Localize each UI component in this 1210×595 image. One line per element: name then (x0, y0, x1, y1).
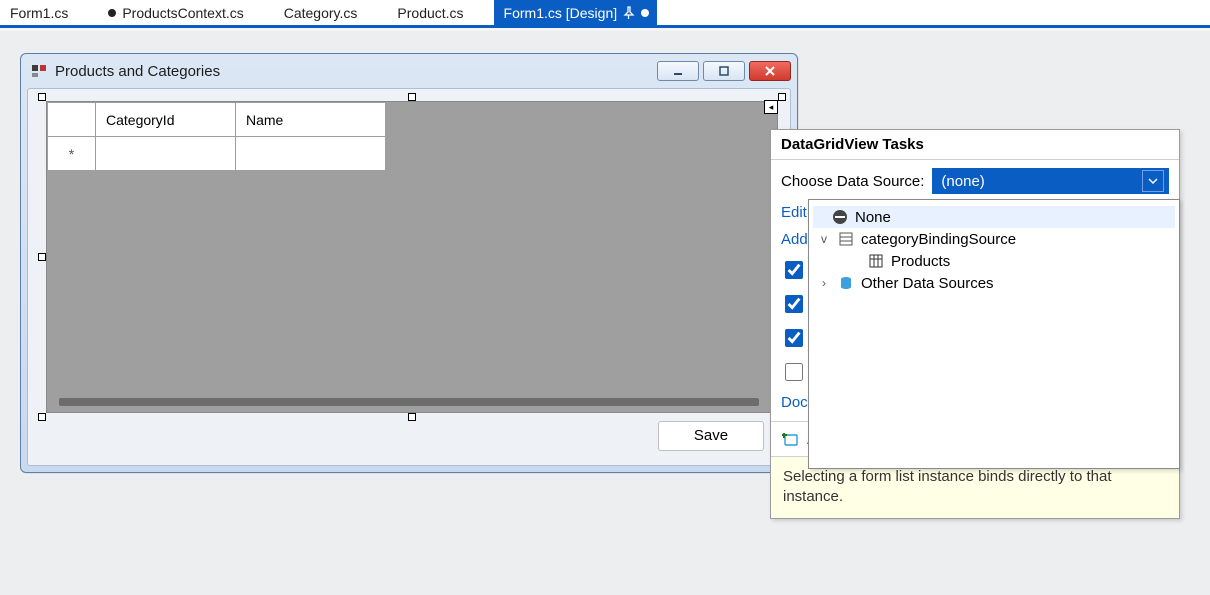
maximize-button[interactable] (703, 61, 745, 81)
minimize-button[interactable] (657, 61, 699, 81)
tree-item-label: Products (891, 253, 950, 270)
data-source-dropdown[interactable]: (none) (932, 168, 1169, 194)
designer-surface[interactable]: Products and Categories (0, 31, 1210, 595)
tree-item-binding-source[interactable]: v categoryBindingSource (813, 228, 1175, 250)
dirty-indicator-icon (641, 9, 649, 17)
table-icon (867, 252, 885, 270)
resize-handle-nw[interactable] (38, 93, 46, 101)
tab-label: Form1.cs [Design] (504, 5, 618, 21)
form-title: Products and Categories (55, 63, 649, 80)
none-icon (831, 208, 849, 226)
add-data-source-icon (781, 430, 799, 448)
grid-row-header-new[interactable] (48, 137, 96, 171)
expand-collapse-icon[interactable]: v (817, 232, 831, 246)
resize-handle-ne[interactable] (778, 93, 786, 101)
smart-tag-glyph[interactable]: ◂ (764, 100, 778, 114)
tab-label: Category.cs (284, 5, 358, 21)
tab-category-cs[interactable]: Category.cs (274, 0, 388, 25)
grid-column-header[interactable]: Name (236, 103, 386, 137)
chevron-down-icon (1142, 170, 1164, 192)
grid-column-header[interactable]: CategoryId (96, 103, 236, 137)
choose-data-source-label: Choose Data Source: (781, 173, 924, 190)
checkbox-icon[interactable] (785, 261, 803, 279)
designed-form[interactable]: Products and Categories (20, 53, 798, 473)
form-icon (31, 63, 47, 79)
grid-corner-cell[interactable] (48, 103, 96, 137)
binding-source-icon (837, 230, 855, 248)
tree-item-other-data-sources[interactable]: › Other Data Sources (813, 272, 1175, 294)
expand-collapse-icon[interactable]: › (817, 276, 831, 290)
tab-label: Form1.cs (10, 5, 68, 21)
checkbox-icon[interactable] (785, 329, 803, 347)
save-button[interactable]: Save (658, 421, 764, 451)
resize-handle-sw[interactable] (38, 413, 46, 421)
resize-handle-w[interactable] (38, 253, 46, 261)
tree-item-label: Other Data Sources (861, 275, 994, 292)
tab-label: Product.cs (397, 5, 463, 21)
database-icon (837, 274, 855, 292)
tree-item-none[interactable]: None (813, 206, 1175, 228)
document-tabstrip: Form1.cs ProductsContext.cs Category.cs … (0, 0, 1210, 28)
tab-product-cs[interactable]: Product.cs (387, 0, 493, 25)
tree-item-label: None (855, 209, 891, 226)
data-source-value: (none) (941, 173, 984, 190)
tab-form1-design[interactable]: Form1.cs [Design] (494, 0, 658, 25)
resize-handle-s[interactable] (408, 413, 416, 421)
pin-icon[interactable] (623, 7, 635, 19)
resize-handle-n[interactable] (408, 93, 416, 101)
grid-cell[interactable] (96, 137, 236, 171)
grid-horizontal-scrollbar[interactable] (59, 398, 759, 406)
datagridview[interactable]: CategoryId Name ◂ (46, 101, 778, 413)
form-titlebar: Products and Categories (21, 54, 797, 88)
tab-form1-cs[interactable]: Form1.cs (0, 0, 98, 25)
tasks-title: DataGridView Tasks (771, 130, 1179, 160)
tree-item-label: categoryBindingSource (861, 231, 1016, 248)
data-source-tree[interactable]: None v categoryBindingSource Products › … (808, 199, 1180, 469)
form-client-area[interactable]: CategoryId Name ◂ (27, 88, 791, 466)
checkbox-icon[interactable] (785, 295, 803, 313)
dirty-indicator-icon (108, 9, 116, 17)
close-button[interactable] (749, 61, 791, 81)
tree-item-products[interactable]: Products (813, 250, 1175, 272)
grid-cell[interactable] (236, 137, 386, 171)
tab-productscontext-cs[interactable]: ProductsContext.cs (98, 0, 273, 25)
checkbox-icon[interactable] (785, 363, 803, 381)
tab-label: ProductsContext.cs (122, 5, 243, 21)
